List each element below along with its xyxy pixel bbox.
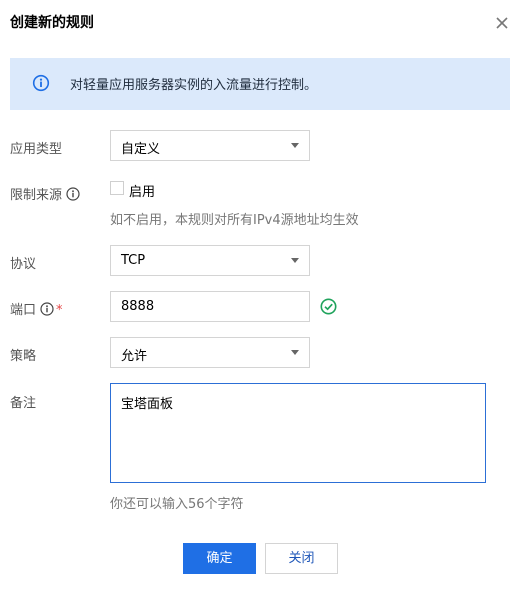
remark-char-count: 你还可以输入56个字符	[110, 497, 244, 512]
info-circle-icon[interactable]	[40, 302, 54, 320]
remark-label: 备注	[10, 396, 37, 411]
remark-textarea[interactable]: 宝塔面板	[110, 383, 486, 483]
info-banner: 对轻量应用服务器实例的入流量进行控制。	[10, 58, 510, 110]
app-type-value: 自定义	[121, 142, 161, 157]
required-mark: *	[56, 303, 63, 318]
chevron-down-icon	[291, 350, 299, 355]
policy-select[interactable]: 允许	[110, 337, 310, 368]
protocol-value: TCP	[121, 253, 146, 268]
source-limit-label: 限制来源	[10, 188, 63, 203]
banner-text: 对轻量应用服务器实例的入流量进行控制。	[70, 78, 318, 93]
chevron-down-icon	[291, 258, 299, 263]
confirm-button[interactable]: 确定	[183, 543, 256, 574]
protocol-label: 协议	[10, 257, 37, 272]
check-circle-icon	[320, 298, 337, 315]
app-type-label: 应用类型	[10, 142, 63, 157]
info-icon	[32, 74, 50, 92]
source-limit-hint: 如不启用，本规则对所有IPv4源地址均生效	[110, 213, 359, 228]
close-button[interactable]: 关闭	[265, 543, 338, 574]
protocol-select[interactable]: TCP	[110, 245, 310, 276]
chevron-down-icon	[291, 143, 299, 148]
port-label-row: 端口 *	[10, 299, 63, 320]
app-type-select[interactable]: 自定义	[110, 130, 310, 161]
port-input[interactable]	[110, 291, 310, 322]
source-limit-checkbox[interactable]	[110, 181, 124, 195]
port-label: 端口	[10, 303, 37, 318]
close-icon[interactable]	[492, 13, 512, 33]
source-limit-checkbox-label[interactable]: 启用	[129, 181, 155, 200]
dialog-title: 创建新的规则	[10, 15, 94, 31]
policy-value: 允许	[121, 349, 148, 364]
source-limit-label-row: 限制来源	[10, 184, 80, 205]
policy-label: 策略	[10, 349, 37, 364]
create-rule-dialog: 创建新的规则 对轻量应用服务器实例的入流量进行控制。 应用类型 自定义 限制来源…	[0, 0, 519, 592]
info-circle-icon[interactable]	[66, 187, 80, 205]
